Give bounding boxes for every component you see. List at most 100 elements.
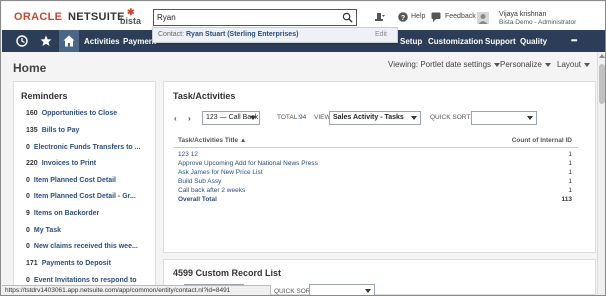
table-row[interactable]: 123 12 1: [173, 151, 578, 160]
task-portlet-title: Task/Activities: [173, 91, 236, 101]
nav-more-menu[interactable]: •••: [571, 36, 577, 45]
bista-logo-text: bista: [120, 16, 142, 26]
global-search: [153, 9, 357, 26]
personalize-label: Personalize: [500, 60, 542, 69]
reminder-label[interactable]: Bills to Pay: [42, 127, 80, 134]
reminder-label[interactable]: Item Planned Cost Detail: [34, 177, 116, 184]
reminder-item[interactable]: 0 Item Planned Cost Detail - Gr...: [26, 193, 136, 200]
chevron-down-icon: [250, 116, 256, 120]
reminder-label[interactable]: Payments to Deposit: [42, 260, 111, 267]
custom-record-title: 4599 Custom Record List: [173, 268, 282, 278]
table-row[interactable]: Call back after 2 weeks 1: [173, 187, 578, 196]
table-row[interactable]: Build Sub Assy 1: [173, 178, 578, 187]
reminder-item[interactable]: 0 Event Invitations to respond to: [26, 277, 137, 284]
feedback-icon[interactable]: [431, 12, 441, 22]
viewing-settings-label: Viewing: Portlet date settings: [388, 60, 492, 69]
recent-activity-icon[interactable]: [16, 35, 28, 47]
feedback-link[interactable]: Feedback: [445, 13, 476, 20]
table-row[interactable]: Approve Upcoming Add for National News P…: [173, 160, 578, 169]
user-avatar-icon[interactable]: [477, 12, 489, 24]
reminder-label[interactable]: New claims received this wee...: [34, 243, 138, 250]
reminder-item[interactable]: 0 Item Planned Cost Detail: [26, 177, 116, 184]
suggestion-contact-link[interactable]: Ryan Stuart (Sterling Enterprises): [186, 31, 298, 38]
overall-total-value: 113: [561, 196, 573, 203]
task-title-link[interactable]: 123 12: [178, 151, 198, 158]
column-header-title[interactable]: Task/Activities Title ▲: [178, 137, 246, 144]
chevron-down-icon: [527, 116, 533, 120]
recent-records-icon[interactable]: [375, 12, 385, 22]
netsuite-logo[interactable]: NETSUITE: [68, 11, 125, 23]
reminder-label[interactable]: Item Planned Cost Detail - Gr...: [34, 193, 136, 200]
chevron-down-icon: [411, 116, 417, 120]
shortcuts-star-icon[interactable]: [40, 35, 52, 47]
task-count: 1: [568, 160, 572, 167]
page-title: Home: [13, 61, 47, 75]
help-icon[interactable]: ?: [398, 12, 408, 22]
help-link[interactable]: Help: [411, 13, 425, 20]
nav-customization[interactable]: Customization: [428, 37, 483, 46]
chevron-down-icon: [584, 62, 591, 67]
search-icon[interactable]: [342, 12, 353, 23]
scroll-up-arrow-icon[interactable]: [599, 54, 605, 58]
nav-setup[interactable]: Setup: [400, 37, 422, 46]
reminder-label[interactable]: Invoices to Print: [42, 160, 96, 167]
oracle-logo[interactable]: ORACLE: [14, 11, 62, 23]
user-role[interactable]: Bista Demo - Administrator: [499, 19, 576, 26]
next-page-button[interactable]: ›: [188, 114, 191, 123]
task-title-link[interactable]: Build Sub Assy: [178, 178, 221, 185]
nav-activities[interactable]: Activities: [84, 37, 120, 46]
reminder-count: 0: [26, 144, 30, 151]
reminder-item[interactable]: 135 Bills to Pay: [26, 127, 79, 134]
quick-sort-select[interactable]: [471, 111, 537, 125]
reminder-item[interactable]: 0 Electronic Funds Transfers to ...: [26, 144, 141, 151]
nav-quality[interactable]: Quality: [520, 37, 547, 46]
table-row[interactable]: Ask James for New Price List 1: [173, 169, 578, 178]
view-select-value: Sales Activity - Tasks: [333, 114, 404, 121]
suggestion-edit-link[interactable]: Edit: [375, 31, 387, 38]
reminder-item[interactable]: 0 New claims received this wee...: [26, 243, 138, 250]
quick-sort-label: QUICK SORT: [430, 114, 471, 121]
bista-logo: ✱ bista: [120, 7, 144, 29]
chevron-down-icon: [544, 62, 551, 67]
reminder-item[interactable]: 220 Invoices to Print: [26, 160, 96, 167]
task-title-link[interactable]: Approve Upcoming Add for National News P…: [178, 160, 318, 167]
user-name[interactable]: Vijaya krishnan: [499, 11, 546, 18]
reminder-label[interactable]: Electronic Funds Transfers to ...: [34, 144, 141, 151]
reminder-count: 9: [26, 210, 30, 217]
reminder-item[interactable]: 171 Payments to Deposit: [26, 260, 111, 267]
reminder-count: 0: [26, 177, 30, 184]
reminder-label[interactable]: My Task: [34, 227, 61, 234]
reminder-item[interactable]: 9 Items on Backorder: [26, 210, 99, 217]
reminder-count: 0: [26, 193, 30, 200]
page-scrollbar[interactable]: [597, 52, 605, 295]
reminder-count: 0: [26, 243, 30, 250]
task-title-link[interactable]: Ask James for New Price List: [178, 169, 263, 176]
task-count: 1: [568, 151, 572, 158]
task-title-link[interactable]: Call back after 2 weeks: [178, 187, 245, 194]
reminder-label[interactable]: Opportunities to Close: [42, 110, 117, 117]
column-header-count[interactable]: Count of Internal ID: [512, 137, 572, 144]
view-select[interactable]: Sales Activity - Tasks: [329, 111, 421, 125]
reminder-item[interactable]: 0 My Task: [26, 227, 61, 234]
layout-label: Layout: [557, 60, 582, 69]
home-icon: [63, 35, 75, 47]
reminder-label[interactable]: Event Invitations to respond to: [34, 277, 137, 284]
page-select[interactable]: 123 — Call Back: [202, 111, 260, 125]
reminder-item[interactable]: 160 Opportunities to Close: [26, 110, 117, 117]
prev-page-button[interactable]: ‹: [174, 114, 177, 123]
search-input[interactable]: [154, 10, 340, 25]
scrollbar-thumb[interactable]: [599, 64, 605, 104]
nav-home-tab[interactable]: [59, 30, 79, 52]
reminders-portlet: Reminders 160 Opportunities to Close 135 B…: [13, 81, 156, 287]
reminder-label[interactable]: Items on Backorder: [34, 210, 99, 217]
reminders-title: Reminders: [21, 91, 68, 101]
layout-menu[interactable]: Layout: [557, 60, 591, 69]
custom-quick-sort-select[interactable]: [309, 284, 375, 295]
nav-support[interactable]: Support: [485, 37, 516, 46]
task-count: 1: [568, 178, 572, 185]
personalize-menu[interactable]: Personalize: [500, 60, 551, 69]
chevron-down-icon: [365, 289, 371, 293]
viewing-settings-menu[interactable]: Viewing: Portlet date settings: [388, 60, 501, 69]
task-count: 1: [568, 187, 572, 194]
reminder-count: 135: [26, 127, 38, 134]
